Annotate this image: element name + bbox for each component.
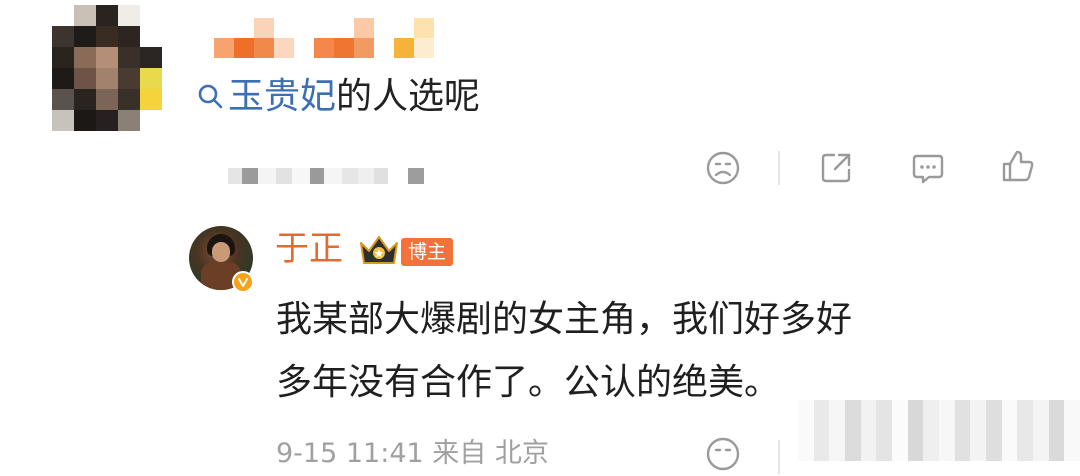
- like-icon[interactable]: [996, 144, 1040, 188]
- username-pixelated[interactable]: [214, 18, 434, 58]
- comment-meta-blurred: [228, 168, 424, 184]
- search-icon: [198, 84, 223, 109]
- watermark-pixelated: [798, 400, 1080, 461]
- comment-icon[interactable]: [906, 146, 950, 190]
- action-divider: [778, 151, 780, 185]
- share-icon[interactable]: [814, 146, 858, 190]
- blogger-badge: 博主: [401, 238, 454, 266]
- dislike-icon[interactable]: [701, 432, 745, 476]
- verified-badge-icon: [232, 271, 254, 293]
- author-name[interactable]: 于正: [275, 226, 343, 272]
- reply-text: 我某部大爆剧的女主角，我们好多好 多年没有合作了。公认的绝美。: [276, 288, 1036, 414]
- crown-icon: [360, 236, 398, 264]
- search-keyword[interactable]: 玉贵妃: [228, 76, 336, 117]
- dislike-icon[interactable]: [701, 146, 745, 190]
- comment-text-suffix: 的人选呢: [336, 76, 481, 117]
- reply-meta: 9-15 11:41 来自 北京: [276, 438, 549, 469]
- user-avatar-pixelated[interactable]: [52, 5, 162, 131]
- search-keyword-link[interactable]: 玉贵妃: [196, 76, 336, 117]
- comment-text: 玉贵妃的人选呢: [196, 72, 480, 122]
- reply-text-line: 我某部大爆剧的女主角，我们好多好: [276, 299, 853, 340]
- action-divider: [778, 440, 780, 474]
